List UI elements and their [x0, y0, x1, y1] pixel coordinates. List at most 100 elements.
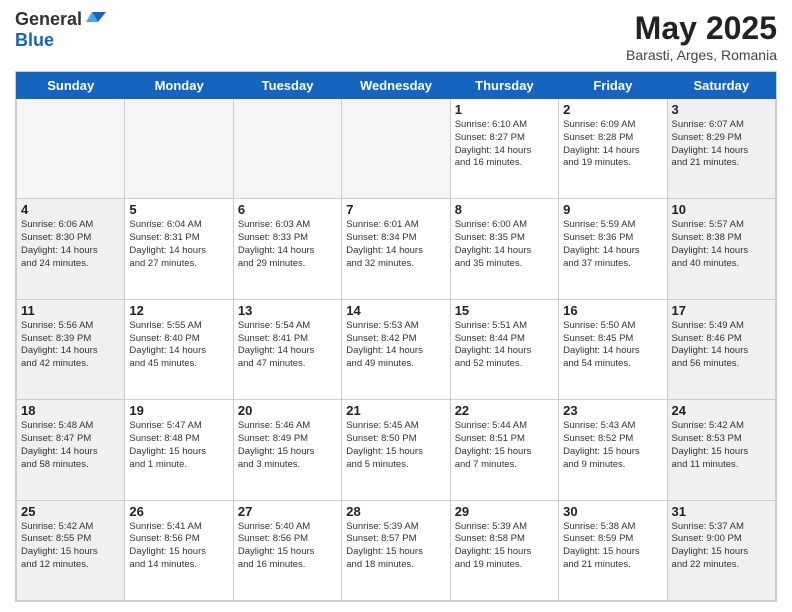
- title-block: May 2025 Barasti, Arges, Romania: [626, 10, 777, 63]
- day-number: 9: [563, 202, 662, 217]
- day-info: Sunrise: 5:41 AM: [129, 521, 228, 534]
- day-info: Daylight: 14 hours: [563, 245, 662, 258]
- day-info: and 14 minutes.: [129, 559, 228, 572]
- day-info: Daylight: 14 hours: [672, 145, 771, 158]
- page: General Blue May 2025 Barasti, Arges, Ro…: [0, 0, 792, 612]
- day-number: 20: [238, 403, 337, 418]
- day-number: 24: [672, 403, 771, 418]
- day-info: Sunset: 8:40 PM: [129, 333, 228, 346]
- day-info: Daylight: 14 hours: [21, 245, 120, 258]
- logo-general: General: [15, 10, 82, 30]
- day-info: and 27 minutes.: [129, 258, 228, 271]
- day-number: 7: [346, 202, 445, 217]
- day-info: and 19 minutes.: [455, 559, 554, 572]
- day-info: and 9 minutes.: [563, 459, 662, 472]
- cal-cell: [342, 99, 450, 199]
- cal-cell: 3Sunrise: 6:07 AMSunset: 8:29 PMDaylight…: [667, 99, 775, 199]
- day-info: and 7 minutes.: [455, 459, 554, 472]
- day-info: Sunrise: 5:50 AM: [563, 320, 662, 333]
- day-info: Sunset: 8:55 PM: [21, 533, 120, 546]
- day-number: 11: [21, 303, 120, 318]
- cal-cell: 13Sunrise: 5:54 AMSunset: 8:41 PMDayligh…: [233, 299, 341, 399]
- cal-cell: 14Sunrise: 5:53 AMSunset: 8:42 PMDayligh…: [342, 299, 450, 399]
- day-info: Daylight: 14 hours: [21, 345, 120, 358]
- day-number: 6: [238, 202, 337, 217]
- day-info: and 19 minutes.: [563, 157, 662, 170]
- day-info: Sunrise: 5:59 AM: [563, 219, 662, 232]
- day-number: 28: [346, 504, 445, 519]
- logo-blue: Blue: [15, 30, 106, 51]
- day-info: Daylight: 14 hours: [238, 345, 337, 358]
- cal-cell: [125, 99, 233, 199]
- cal-cell: 26Sunrise: 5:41 AMSunset: 8:56 PMDayligh…: [125, 500, 233, 600]
- week-row-0: 1Sunrise: 6:10 AMSunset: 8:27 PMDaylight…: [17, 99, 776, 199]
- cal-cell: 1Sunrise: 6:10 AMSunset: 8:27 PMDaylight…: [450, 99, 558, 199]
- day-info: Sunset: 8:28 PM: [563, 132, 662, 145]
- day-header-friday: Friday: [559, 73, 667, 99]
- day-info: Daylight: 15 hours: [238, 546, 337, 559]
- location: Barasti, Arges, Romania: [626, 47, 777, 63]
- cal-cell: 15Sunrise: 5:51 AMSunset: 8:44 PMDayligh…: [450, 299, 558, 399]
- day-info: Sunrise: 5:48 AM: [21, 420, 120, 433]
- day-info: Sunrise: 5:57 AM: [672, 219, 771, 232]
- day-number: 23: [563, 403, 662, 418]
- cal-cell: 11Sunrise: 5:56 AMSunset: 8:39 PMDayligh…: [17, 299, 125, 399]
- week-row-1: 4Sunrise: 6:06 AMSunset: 8:30 PMDaylight…: [17, 199, 776, 299]
- cal-cell: 17Sunrise: 5:49 AMSunset: 8:46 PMDayligh…: [667, 299, 775, 399]
- day-info: Sunrise: 5:37 AM: [672, 521, 771, 534]
- day-info: Daylight: 14 hours: [563, 145, 662, 158]
- day-info: Sunrise: 5:56 AM: [21, 320, 120, 333]
- day-info: Sunrise: 5:40 AM: [238, 521, 337, 534]
- cal-cell: 31Sunrise: 5:37 AMSunset: 9:00 PMDayligh…: [667, 500, 775, 600]
- cal-cell: 2Sunrise: 6:09 AMSunset: 8:28 PMDaylight…: [559, 99, 667, 199]
- day-info: and 37 minutes.: [563, 258, 662, 271]
- day-info: and 49 minutes.: [346, 358, 445, 371]
- day-header-wednesday: Wednesday: [342, 73, 450, 99]
- day-info: Sunset: 8:42 PM: [346, 333, 445, 346]
- day-info: Daylight: 14 hours: [672, 245, 771, 258]
- day-info: Sunset: 8:44 PM: [455, 333, 554, 346]
- day-info: Sunset: 8:33 PM: [238, 232, 337, 245]
- day-info: and 29 minutes.: [238, 258, 337, 271]
- day-number: 4: [21, 202, 120, 217]
- day-info: and 56 minutes.: [672, 358, 771, 371]
- day-number: 30: [563, 504, 662, 519]
- day-info: Daylight: 15 hours: [21, 546, 120, 559]
- logo-icon: [84, 8, 106, 30]
- day-info: and 54 minutes.: [563, 358, 662, 371]
- day-number: 3: [672, 102, 771, 117]
- day-info: Sunset: 8:49 PM: [238, 433, 337, 446]
- cal-cell: 7Sunrise: 6:01 AMSunset: 8:34 PMDaylight…: [342, 199, 450, 299]
- day-info: Sunset: 8:29 PM: [672, 132, 771, 145]
- day-info: Sunset: 9:00 PM: [672, 533, 771, 546]
- day-info: Sunrise: 6:01 AM: [346, 219, 445, 232]
- cal-cell: 25Sunrise: 5:42 AMSunset: 8:55 PMDayligh…: [17, 500, 125, 600]
- day-info: Sunrise: 5:53 AM: [346, 320, 445, 333]
- day-header-tuesday: Tuesday: [233, 73, 341, 99]
- day-info: Sunrise: 5:55 AM: [129, 320, 228, 333]
- day-info: Sunset: 8:56 PM: [238, 533, 337, 546]
- day-info: Sunrise: 6:03 AM: [238, 219, 337, 232]
- day-header-saturday: Saturday: [667, 73, 775, 99]
- day-info: Daylight: 15 hours: [129, 446, 228, 459]
- day-info: Sunrise: 6:09 AM: [563, 119, 662, 132]
- calendar: SundayMondayTuesdayWednesdayThursdayFrid…: [15, 71, 777, 602]
- day-info: Sunrise: 5:44 AM: [455, 420, 554, 433]
- day-info: and 47 minutes.: [238, 358, 337, 371]
- day-info: Sunrise: 5:42 AM: [672, 420, 771, 433]
- day-info: Daylight: 14 hours: [129, 245, 228, 258]
- day-info: Sunrise: 5:49 AM: [672, 320, 771, 333]
- day-info: and 42 minutes.: [21, 358, 120, 371]
- day-info: Daylight: 14 hours: [563, 345, 662, 358]
- day-header-thursday: Thursday: [450, 73, 558, 99]
- day-info: Sunrise: 6:00 AM: [455, 219, 554, 232]
- header: General Blue May 2025 Barasti, Arges, Ro…: [15, 10, 777, 63]
- day-info: Sunrise: 5:39 AM: [346, 521, 445, 534]
- day-info: Daylight: 15 hours: [672, 546, 771, 559]
- day-number: 17: [672, 303, 771, 318]
- day-info: Daylight: 15 hours: [455, 446, 554, 459]
- day-info: Daylight: 15 hours: [563, 446, 662, 459]
- day-info: and 21 minutes.: [672, 157, 771, 170]
- day-info: Sunset: 8:47 PM: [21, 433, 120, 446]
- month-title: May 2025: [626, 10, 777, 47]
